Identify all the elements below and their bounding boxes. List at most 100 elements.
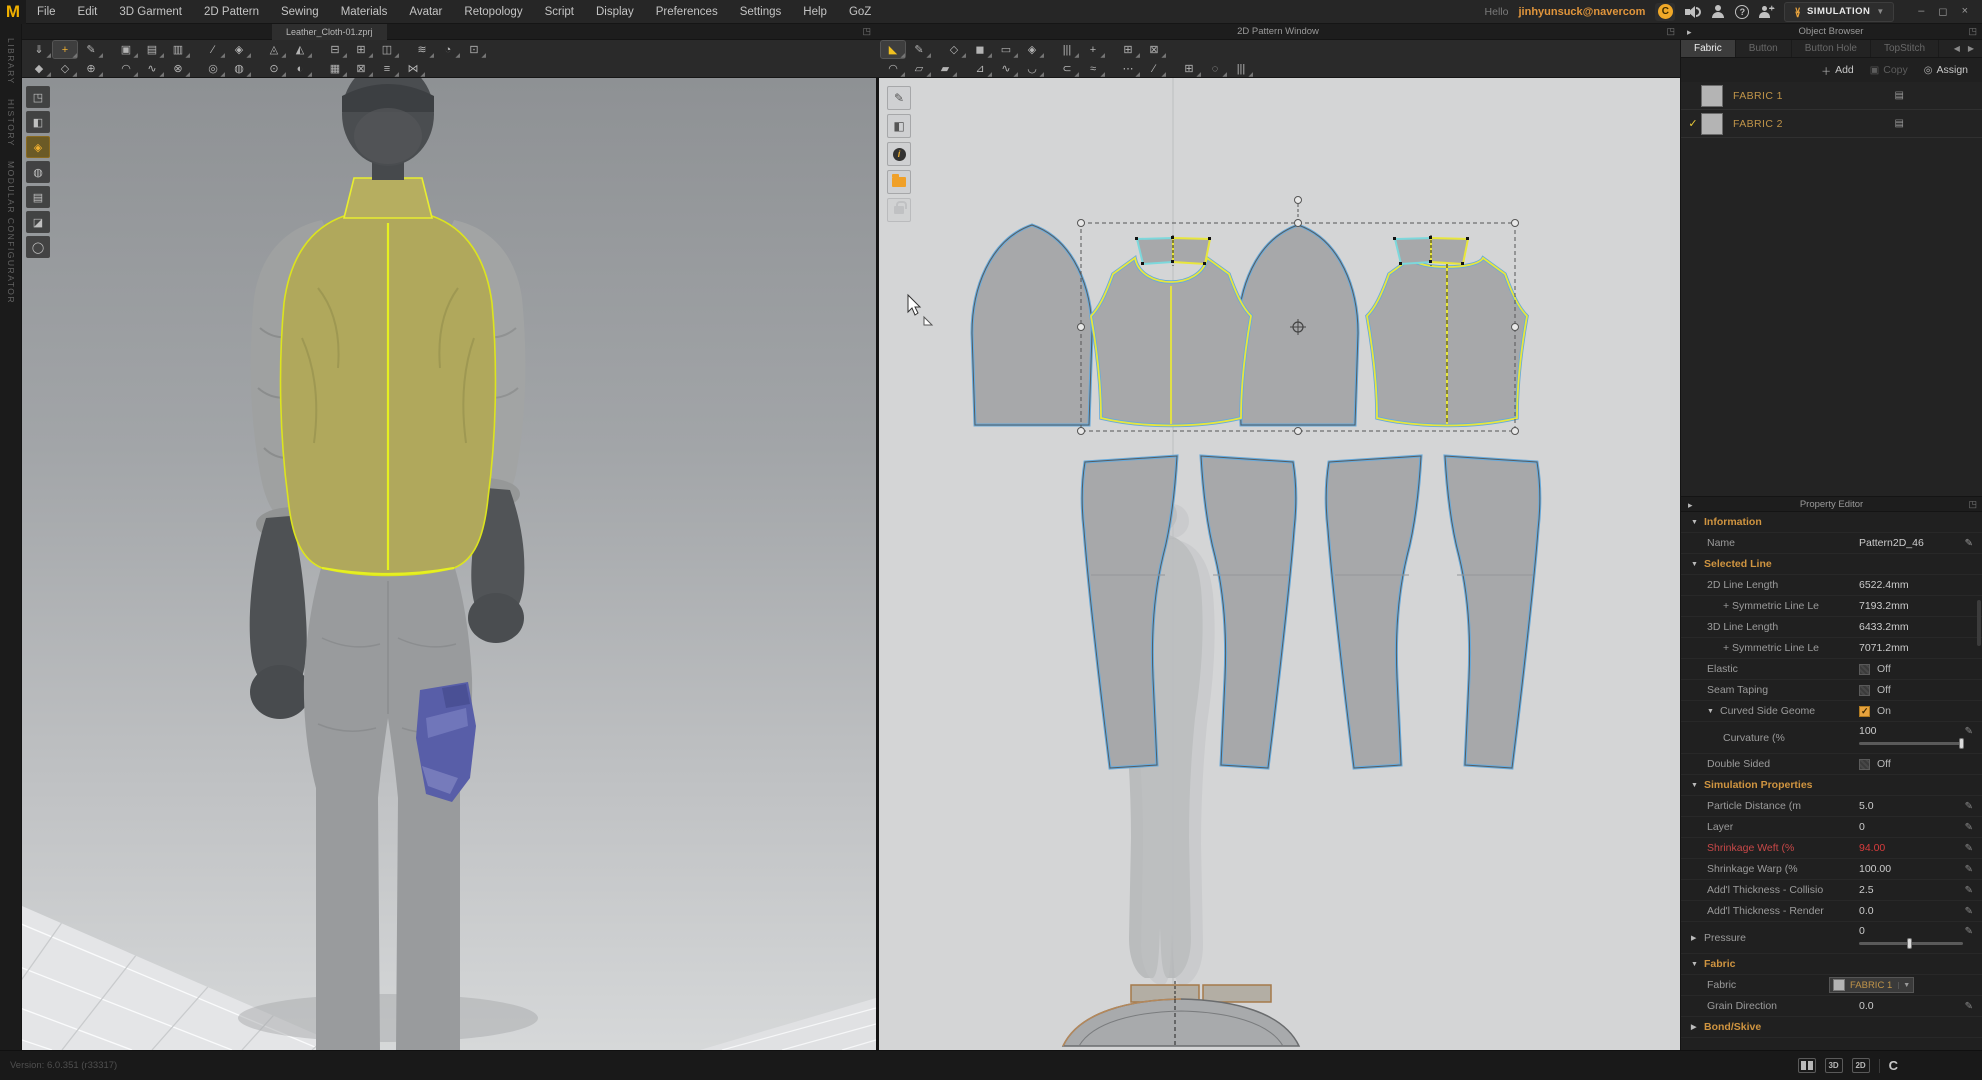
checkbox[interactable]	[1859, 706, 1870, 717]
fabric-swatch[interactable]	[1701, 85, 1723, 107]
transform-pattern-icon[interactable]: ◣◢	[881, 41, 905, 58]
show-avatar-icon[interactable]: ◧	[26, 111, 50, 133]
basting-icon[interactable]: ⋯◢	[1116, 60, 1140, 77]
popout-pe-icon[interactable]: ◳	[1968, 499, 1977, 510]
binding-icon[interactable]: ⋈◢	[401, 60, 425, 77]
property-2d-line-length[interactable]: 2D Line Length6522.4mm	[1681, 575, 1982, 596]
select-mesh-icon[interactable]: ◆◢	[27, 60, 51, 77]
section-selected-line[interactable]: ▼Selected Line	[1681, 554, 1982, 575]
buttonhole-tool-icon[interactable]: ◍◢	[227, 60, 251, 77]
property-input[interactable]: 2.5	[1859, 884, 1874, 896]
show-2d-button[interactable]: 2D	[1852, 1058, 1870, 1073]
checkbox[interactable]	[1859, 759, 1870, 770]
sync-button[interactable]: C	[1889, 1058, 1898, 1073]
close-button[interactable]: ×	[1962, 5, 1968, 18]
account-email[interactable]: jinhyunsuck@navercom	[1518, 6, 1645, 18]
avatar-tape-icon[interactable]: ◔◢	[436, 41, 460, 58]
panel-pin-icon[interactable]: ▸	[1688, 500, 1693, 511]
property-add-l-thickness-collisio[interactable]: Add'l Thickness - Collisio2.5✎	[1681, 880, 1982, 901]
wrench-icon[interactable]: ✎	[1965, 906, 1973, 917]
pleats-2d-icon[interactable]: |||◢	[1229, 60, 1253, 77]
trace-icon[interactable]: +◢	[1081, 41, 1105, 58]
menu-file[interactable]: File	[26, 1, 67, 23]
fabric-row[interactable]: FABRIC 1▤	[1681, 82, 1982, 110]
tab-scroll-right-icon[interactable]: ▶	[1968, 44, 1974, 53]
sound-icon[interactable]	[1685, 6, 1701, 18]
property-double-sided[interactable]: Double SidedOff	[1681, 754, 1982, 775]
pattern-grid-icon[interactable]: ⊠◢	[1142, 41, 1166, 58]
menu-script[interactable]: Script	[534, 1, 585, 23]
account-icon[interactable]	[1711, 5, 1725, 18]
fabric-detail-icon[interactable]: ▤	[1895, 90, 1904, 101]
menu-preferences[interactable]: Preferences	[645, 1, 729, 23]
menu-retopology[interactable]: Retopology	[453, 1, 533, 23]
checkbox[interactable]	[1859, 685, 1870, 696]
section-fabric[interactable]: ▼Fabric	[1681, 954, 1982, 975]
free-sewing-icon[interactable]: ▥◢	[166, 41, 190, 58]
menu-3d-garment[interactable]: 3D Garment	[108, 1, 193, 23]
fabric-dropdown[interactable]: FABRIC 1▼	[1829, 977, 1914, 993]
curve-tool-icon[interactable]: ◠◢	[114, 60, 138, 77]
popout-2d-icon[interactable]: ◳	[1666, 26, 1675, 37]
tab-topstitch[interactable]: TopStitch	[1871, 40, 1939, 57]
property--symmetric-line-le[interactable]: + Symmetric Line Le7193.2mm	[1681, 596, 1982, 617]
menu-settings[interactable]: Settings	[729, 1, 793, 23]
triangle-down-icon[interactable]: ▼	[1691, 561, 1701, 568]
wrench-icon[interactable]: ✎	[1965, 864, 1973, 875]
property-input[interactable]: 0	[1859, 821, 1865, 833]
slider-knob[interactable]	[1959, 738, 1964, 749]
shirring-icon[interactable]: ◡◢	[1020, 60, 1044, 77]
menu-edit[interactable]: Edit	[67, 1, 109, 23]
credits-icon[interactable]: C	[1655, 3, 1675, 21]
property-input[interactable]: 0.0	[1859, 1000, 1874, 1012]
pleats-icon[interactable]: |||◢	[1055, 41, 1079, 58]
property-particle-distance-m[interactable]: Particle Distance (m5.0✎	[1681, 796, 1982, 817]
select-move-icon[interactable]: +◢	[53, 41, 77, 58]
menu-goz[interactable]: GoZ	[838, 1, 882, 23]
slider-knob[interactable]	[1907, 938, 1912, 949]
show-3d-button[interactable]: 3D	[1825, 1058, 1843, 1073]
mesh-display-icon[interactable]: ◪	[26, 211, 50, 233]
property-input[interactable]: 0.0	[1859, 905, 1874, 917]
section-bond-skive[interactable]: ▶Bond/Skive	[1681, 1017, 1982, 1038]
tab-button[interactable]: Button	[1736, 40, 1792, 57]
flatten-icon[interactable]: ◭◢	[288, 41, 312, 58]
lock-pattern-icon[interactable]	[887, 198, 911, 222]
pattern-outline-icon[interactable]: ▦◢	[323, 60, 347, 77]
avatar-display-icon[interactable]: ◍	[26, 161, 50, 183]
slider-track[interactable]	[1859, 942, 1963, 945]
measure-icon[interactable]: ⊕◢	[79, 60, 103, 77]
triangle-icon[interactable]: ▶	[1691, 934, 1701, 942]
2d-pattern-canvas[interactable]: ✎◧i	[876, 78, 1680, 1050]
tab-scroll-left-icon[interactable]: ◀	[1954, 44, 1960, 53]
add-fabric-button[interactable]: ＋Add	[1821, 63, 1854, 78]
wrench-icon[interactable]: ✎	[1965, 926, 1973, 937]
menu-sewing[interactable]: Sewing	[270, 1, 330, 23]
delete-tool-icon[interactable]: ⊠◢	[349, 60, 373, 77]
button-tool-icon[interactable]: ◎◢	[201, 60, 225, 77]
property-layer[interactable]: Layer0✎	[1681, 817, 1982, 838]
edit-sewing-2d-icon[interactable]: ◠◢	[881, 60, 905, 77]
wrench-icon[interactable]: ✎	[1965, 843, 1973, 854]
show-garment-2d-icon[interactable]: ◧	[887, 114, 911, 138]
wrench-icon[interactable]: ✎	[1965, 801, 1973, 812]
sewing-machine-icon[interactable]: ▣◢	[114, 41, 138, 58]
free-sewing-2d-icon[interactable]: ▰◢	[933, 60, 957, 77]
restore-button[interactable]: ◻	[1938, 5, 1947, 18]
dart-icon[interactable]: ◈◢	[1020, 41, 1044, 58]
triangle-right-icon[interactable]: ▶	[1691, 1023, 1701, 1031]
triangle-down-icon[interactable]: ▼	[1691, 961, 1701, 968]
piping-2d-icon[interactable]: ⊂◢	[1055, 60, 1079, 77]
fabric-steam-icon[interactable]: ≋◢	[410, 41, 434, 58]
tab-fabric[interactable]: Fabric	[1681, 40, 1736, 57]
segment-sewing-2d-icon[interactable]: ▱◢	[907, 60, 931, 77]
rectangle-icon[interactable]: ▭◢	[994, 41, 1018, 58]
layer-tool-icon[interactable]: ⊞◢	[349, 41, 373, 58]
scrollbar[interactable]	[1977, 600, 1981, 646]
3d-viewport[interactable]: ◳◧◈◍▤◪◯	[22, 78, 876, 1050]
property-seam-taping[interactable]: Seam TapingOff	[1681, 680, 1982, 701]
fold-arrangement-icon[interactable]: ◬◢	[262, 41, 286, 58]
wind-controller-icon[interactable]: ◫◢	[375, 41, 399, 58]
figure-display-icon[interactable]: ◯	[26, 236, 50, 258]
tack-2d-icon[interactable]: ∕◢	[1142, 60, 1166, 77]
